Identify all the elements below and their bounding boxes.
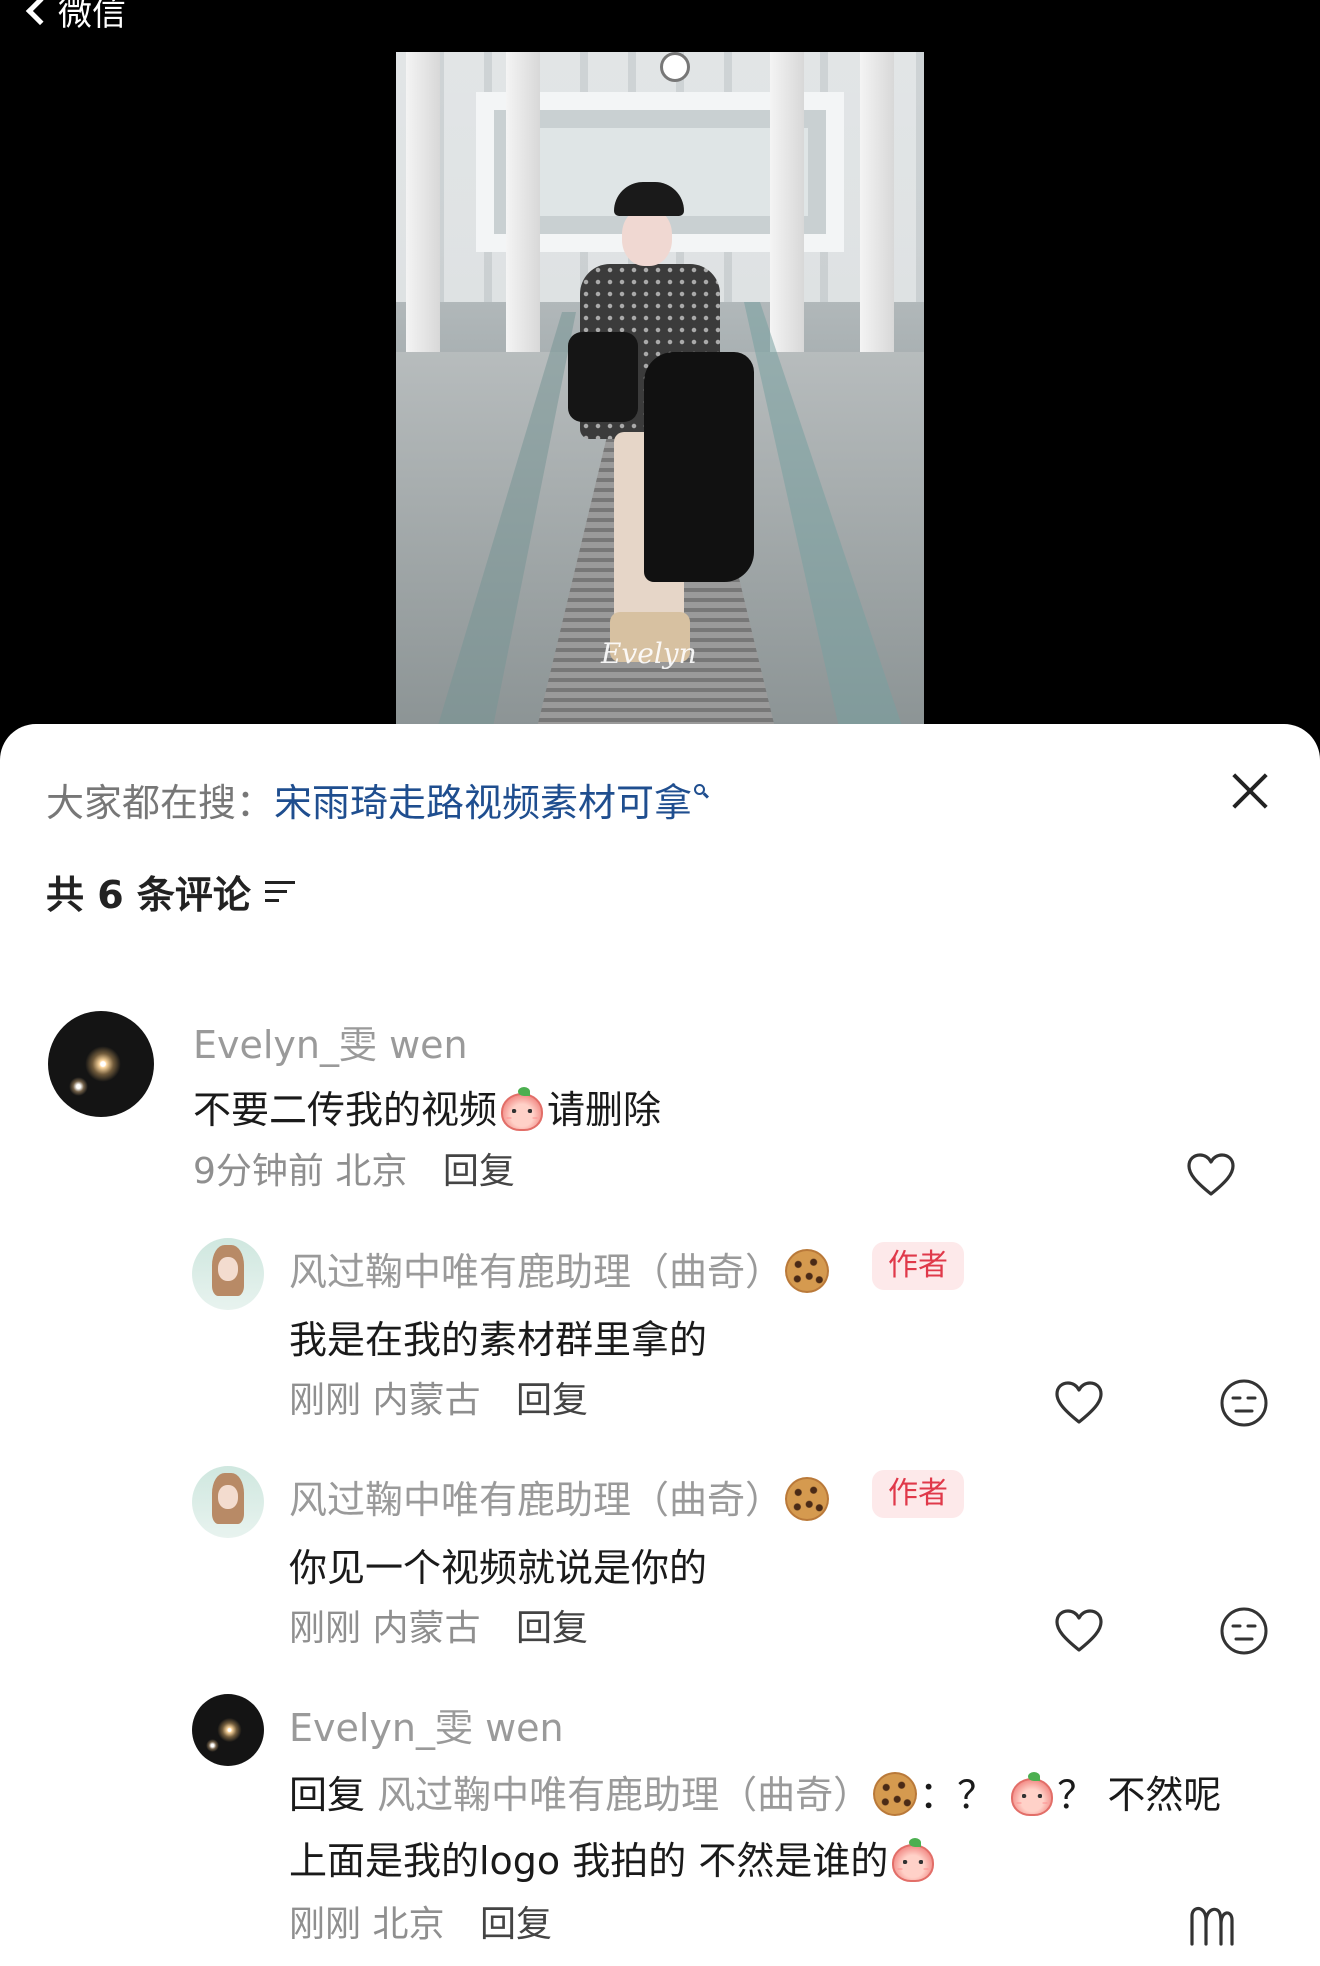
comment-author[interactable]: 风过鞠中唯有鹿助理（曲奇）	[289, 1469, 831, 1524]
reply-button[interactable]: 回复	[516, 1380, 588, 1421]
comment-text-part: 请删除	[547, 1088, 662, 1132]
cookie-emoji-icon	[785, 1249, 830, 1293]
comment-text: 我是在我的素材群里拿的	[289, 1318, 708, 1362]
video-pillar	[406, 52, 440, 382]
comment-meta: 刚刚 北京 回复	[289, 1895, 552, 1947]
comment-count-header: 共 6 条评论	[46, 864, 295, 919]
comment-location: 内蒙古	[372, 1608, 481, 1649]
comment-meta: 刚刚 内蒙古 回复	[289, 1599, 588, 1651]
comment-author[interactable]: Evelyn_雯 wen	[193, 1014, 468, 1069]
cookie-emoji-icon	[873, 1772, 918, 1816]
search-suggestion[interactable]: 大家都在搜： 宋雨琦走路视频素材可拿	[46, 772, 710, 827]
heart-icon[interactable]	[1186, 1152, 1236, 1198]
heart-icon[interactable]	[1054, 1380, 1104, 1426]
dislike-icon[interactable]	[1219, 1606, 1269, 1656]
video-clock	[660, 52, 690, 82]
comment-text-part: 上面是我的logo 我拍的 不然是谁的	[289, 1839, 889, 1883]
video-frame[interactable]: Evelyn	[396, 52, 924, 727]
author-badge: 作者	[872, 1470, 964, 1518]
comment-location: 北京	[335, 1151, 408, 1192]
close-icon[interactable]	[1226, 766, 1276, 816]
more-icon[interactable]	[1188, 1902, 1236, 1946]
comment-time: 刚刚	[289, 1904, 362, 1945]
heart-icon[interactable]	[1054, 1608, 1104, 1654]
back-chevron-icon	[25, 0, 55, 25]
comment-text-line1: 回复 风过鞠中唯有鹿助理（曲奇） ：？ ？ 不然呢	[289, 1764, 1221, 1819]
comment-sheet: 大家都在搜： 宋雨琦走路视频素材可拿 共 6 条评论 Evelyn_雯 wen …	[0, 724, 1320, 1966]
peach-emoji-icon	[1009, 1772, 1055, 1816]
video-watermark: Evelyn	[601, 637, 697, 670]
comment-text-part: ：？	[919, 1773, 996, 1817]
peach-emoji-icon	[890, 1838, 936, 1882]
comment-time: 刚刚	[289, 1380, 362, 1421]
video-pillar	[770, 52, 804, 352]
comment-time: 9分钟前	[193, 1151, 324, 1192]
comment-location: 内蒙古	[372, 1380, 481, 1421]
avatar[interactable]	[48, 1011, 154, 1117]
comment-text-part: 不要二传我的视频	[193, 1088, 498, 1132]
search-link[interactable]: 宋雨琦走路视频素材可拿	[274, 772, 692, 827]
reply-button[interactable]: 回复	[480, 1904, 552, 1945]
comment-text-part: ？ 不然呢	[1057, 1773, 1222, 1817]
comment-text: 不要二传我的视频 请删除	[193, 1079, 661, 1134]
reply-button[interactable]: 回复	[516, 1608, 588, 1649]
comment-meta: 9分钟前 北京 回复	[193, 1142, 515, 1194]
comment-text-line2: 上面是我的logo 我拍的 不然是谁的	[289, 1830, 938, 1885]
comment-text: 你见一个视频就说是你的	[289, 1546, 708, 1590]
author-badge: 作者	[872, 1242, 964, 1290]
video-pillar	[860, 52, 894, 382]
avatar[interactable]	[192, 1238, 264, 1310]
dislike-icon[interactable]	[1219, 1378, 1269, 1428]
comment-author[interactable]: Evelyn_雯 wen	[289, 1697, 564, 1752]
reply-button[interactable]: 回复	[443, 1151, 515, 1192]
comment-author-name: 风过鞠中唯有鹿助理（曲奇）	[289, 1478, 784, 1522]
search-prefix: 大家都在搜：	[46, 781, 275, 825]
avatar[interactable]	[192, 1466, 264, 1538]
avatar[interactable]	[192, 1694, 264, 1766]
reply-prefix: 回复	[289, 1773, 366, 1817]
comment-location: 北京	[372, 1904, 445, 1945]
back-button[interactable]: 微信	[25, 0, 126, 35]
comment-author[interactable]: 风过鞠中唯有鹿助理（曲奇）	[289, 1241, 831, 1296]
reply-to-user[interactable]: 风过鞠中唯有鹿助理（曲奇）	[377, 1773, 871, 1817]
back-label: 微信	[58, 0, 126, 34]
comment-time: 刚刚	[289, 1608, 362, 1649]
comment-count: 共 6 条评论	[46, 873, 251, 917]
video-player-area: 微信 Evelyn	[0, 0, 1320, 760]
search-icon	[694, 783, 710, 798]
sort-icon[interactable]	[264, 879, 295, 905]
video-pillar	[506, 52, 540, 352]
cookie-emoji-icon	[785, 1477, 830, 1521]
comment-meta: 刚刚 内蒙古 回复	[289, 1371, 588, 1423]
comment-author-name: 风过鞠中唯有鹿助理（曲奇）	[289, 1250, 784, 1294]
peach-emoji-icon	[499, 1087, 545, 1131]
